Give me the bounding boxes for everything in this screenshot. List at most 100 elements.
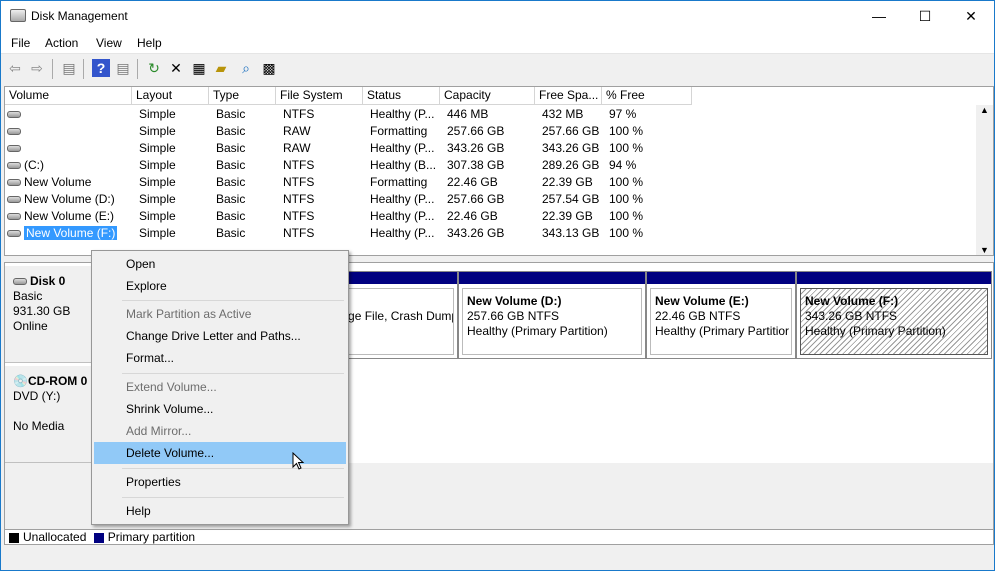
- table-cell: NTFS: [283, 192, 315, 206]
- menu-item-shrink-volume[interactable]: Shrink Volume...: [94, 398, 346, 420]
- menu-item-format[interactable]: Format...: [94, 347, 346, 369]
- toolbar: ⇦ ⇨ ▤ ? ▤ ↻ ✕ ▦ ▰ ⌕ ▩: [1, 55, 994, 82]
- partition-f[interactable]: New Volume (F:) 343.26 GB NTFS Healthy (Pr…: [796, 271, 992, 359]
- window-title: Disk Management: [31, 9, 128, 23]
- show-hide-action-pane-icon[interactable]: ▤: [114, 59, 132, 77]
- table-row[interactable]: New Volume (E:) Simple Basic NTFS Healthy (P…: [5, 208, 977, 225]
- cdrom-icon: 💿: [13, 374, 28, 388]
- disk-0-label[interactable]: Disk 0 Basic 931.30 GB Online: [5, 266, 91, 363]
- column-header[interactable]: Status: [363, 87, 440, 105]
- maximize-button[interactable]: ☐: [902, 1, 948, 31]
- cell-volume: New Volume (E:): [7, 209, 114, 223]
- column-header[interactable]: Capacity: [440, 87, 535, 105]
- legend-primary: Primary partition: [107, 530, 196, 544]
- cell-volume: New Volume: [7, 175, 91, 189]
- back-icon[interactable]: ⇦: [6, 59, 24, 77]
- scroll-down-icon[interactable]: ▼: [980, 245, 989, 255]
- menu-file[interactable]: File: [11, 36, 30, 50]
- volume-icon: [7, 162, 21, 170]
- menu-item-open[interactable]: Open: [94, 253, 346, 275]
- menu-bar: File Action View Help: [1, 32, 994, 54]
- table-cell: Healthy (P...: [370, 209, 435, 223]
- settings-icon[interactable]: ▩: [260, 59, 278, 77]
- table-cell: 22.46 GB: [447, 175, 498, 189]
- column-header[interactable]: % Free: [602, 87, 692, 105]
- table-cell: 257.54 GB: [542, 192, 600, 206]
- menu-item-delete-volume[interactable]: Delete Volume...: [94, 442, 346, 464]
- menu-item-help[interactable]: Help: [94, 500, 346, 522]
- table-cell: 257.66 GB: [447, 124, 505, 138]
- table-row[interactable]: Simple Basic RAW Healthy (P... 343.26 GB 343.…: [5, 140, 977, 157]
- search-icon[interactable]: ⌕: [237, 59, 255, 77]
- table-cell: 22.46 GB: [447, 209, 498, 223]
- table-row[interactable]: New Volume (D:) Simple Basic NTFS Healthy (P…: [5, 191, 977, 208]
- table-cell: Simple: [139, 192, 176, 206]
- volume-icon: [7, 128, 21, 136]
- close-button[interactable]: ✕: [948, 1, 994, 31]
- table-cell: Healthy (P...: [370, 141, 435, 155]
- table-cell: Simple: [139, 209, 176, 223]
- volume-icon: [7, 111, 21, 119]
- minimize-button[interactable]: —: [856, 1, 902, 31]
- legend-unallocated: Unallocated: [23, 530, 87, 544]
- menu-help[interactable]: Help: [137, 36, 162, 50]
- help-icon[interactable]: ?: [92, 59, 110, 77]
- menu-item-change-drive-letter[interactable]: Change Drive Letter and Paths...: [94, 325, 346, 347]
- column-header[interactable]: Layout: [132, 87, 209, 105]
- vertical-scrollbar[interactable]: ▲ ▼: [976, 105, 993, 255]
- table-cell: 97 %: [609, 107, 637, 121]
- context-menu: Open Explore Mark Partition as Active Ch…: [91, 250, 349, 525]
- partition-e[interactable]: New Volume (E:) 22.46 GB NTFS Healthy (Pri…: [646, 271, 796, 359]
- table-cell: 289.26 GB: [542, 158, 600, 172]
- table-row[interactable]: Simple Basic RAW Formatting 257.66 GB 257.66 …: [5, 123, 977, 140]
- menu-item-explore[interactable]: Explore: [94, 275, 346, 297]
- table-row[interactable]: (C:) Simple Basic NTFS Healthy (B... 307.38 G…: [5, 157, 977, 174]
- forward-icon[interactable]: ⇨: [28, 59, 46, 77]
- scroll-up-icon[interactable]: ▲: [980, 105, 989, 115]
- table-cell: NTFS: [283, 175, 315, 189]
- table-cell: 307.38 GB: [447, 158, 505, 172]
- table-cell: Healthy (B...: [370, 158, 437, 172]
- table-cell: Simple: [139, 175, 176, 189]
- delete-icon[interactable]: ✕: [167, 59, 185, 77]
- cdrom-0-label[interactable]: 💿CD-ROM 0 DVD (Y:) No Media: [5, 366, 91, 463]
- open-folder-icon[interactable]: ▰: [212, 59, 230, 77]
- cell-volume: New Volume (F:): [7, 226, 118, 240]
- column-header[interactable]: Volume: [5, 87, 132, 105]
- partition-d[interactable]: New Volume (D:) 257.66 GB NTFS Healthy (Pr…: [458, 271, 646, 359]
- app-icon: [10, 9, 26, 22]
- table-cell: Simple: [139, 158, 176, 172]
- column-header[interactable]: Type: [209, 87, 276, 105]
- table-cell: NTFS: [283, 158, 315, 172]
- table-cell: Simple: [139, 141, 176, 155]
- menu-item-mark-active: Mark Partition as Active: [126, 307, 252, 321]
- table-cell: Formatting: [370, 124, 428, 138]
- table-row[interactable]: New Volume (F:) Simple Basic NTFS Healthy (P…: [5, 225, 977, 242]
- column-header[interactable]: Free Spa...: [535, 87, 602, 105]
- table-cell: Healthy (P...: [370, 226, 435, 240]
- menu-item-extend-volume: Extend Volume...: [126, 380, 217, 394]
- menu-view[interactable]: View: [96, 36, 122, 50]
- table-cell: 343.26 GB: [447, 226, 505, 240]
- table-cell: 22.39 GB: [542, 175, 593, 189]
- volume-icon: [7, 145, 21, 153]
- primary-partition-swatch: [93, 532, 104, 543]
- cell-volume: [7, 141, 24, 155]
- properties-icon[interactable]: ▦: [190, 59, 208, 77]
- table-row[interactable]: New Volume Simple Basic NTFS Formatting 22.46…: [5, 174, 977, 191]
- menu-item-properties[interactable]: Properties: [94, 471, 346, 493]
- cell-volume: New Volume (D:): [7, 192, 115, 206]
- table-cell: 343.26 GB: [542, 141, 600, 155]
- table-cell: Basic: [216, 158, 246, 172]
- show-hide-console-tree-icon[interactable]: ▤: [60, 59, 78, 77]
- table-cell: 100 %: [609, 124, 644, 138]
- menu-action[interactable]: Action: [45, 36, 78, 50]
- table-row[interactable]: Simple Basic NTFS Healthy (P... 446 MB 432 MB…: [5, 106, 977, 123]
- refresh-icon[interactable]: ↻: [145, 59, 163, 77]
- cell-volume: [7, 124, 24, 138]
- legend: Unallocated Primary partition: [4, 529, 994, 545]
- volume-icon: [7, 196, 21, 204]
- table-cell: Simple: [139, 107, 176, 121]
- table-cell: 100 %: [609, 141, 644, 155]
- column-header[interactable]: File System: [276, 87, 363, 105]
